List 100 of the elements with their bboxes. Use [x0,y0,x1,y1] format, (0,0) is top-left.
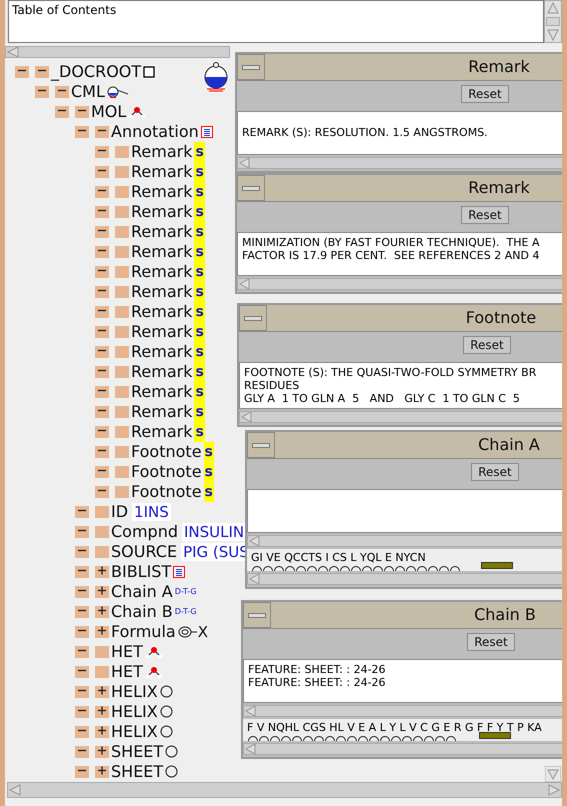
scrollbar[interactable] [5,46,230,58]
minimize-button[interactable] [247,432,275,458]
handle-icon[interactable] [75,126,89,138]
expand-icon[interactable] [95,586,109,598]
node-label[interactable]: Remark [131,142,192,162]
text-area[interactable]: FOOTNOTE (S): THE QUASI-TWO-FOLD SYMMETRY BR RESIDUES GLY A 1 TO GLN A 5 AND GLY C 1 TO GLN C 5 [239,362,562,409]
handle-icon[interactable] [75,666,89,678]
handle-icon[interactable] [95,206,109,218]
node-label[interactable]: HELIX [111,702,158,722]
scrollbar[interactable] [544,0,562,43]
collapse-icon[interactable] [35,66,49,78]
minimize-button[interactable] [237,54,265,80]
node-label[interactable]: HET [111,662,143,682]
node-label[interactable]: ID [111,502,128,522]
node-label[interactable]: CML [71,82,105,102]
expand-icon[interactable] [95,606,109,618]
node-label[interactable]: HET [111,642,143,662]
handle-icon[interactable] [75,546,89,558]
minimize-button[interactable] [237,175,265,201]
scroll-thumb[interactable] [546,17,560,26]
node-label[interactable]: Remark [131,362,192,382]
node-label[interactable]: Footnote [131,482,202,502]
expand-icon[interactable] [95,686,109,698]
node-label[interactable]: Remark [131,222,192,242]
node-label[interactable]: Chain B [111,602,173,622]
collapse-icon[interactable] [55,86,69,98]
node-label[interactable]: SHEET [111,742,164,762]
handle-icon[interactable] [75,626,89,638]
handle-icon[interactable] [75,766,89,778]
handle-icon[interactable] [75,686,89,698]
node-label[interactable]: HELIX [111,722,158,742]
handle-icon[interactable] [95,146,109,158]
minimize-button[interactable] [243,602,271,628]
node-label[interactable]: Remark [131,302,192,322]
node-label[interactable]: Annotation [111,122,199,142]
node-label[interactable]: Remark [131,202,192,222]
handle-icon[interactable] [75,586,89,598]
node-label[interactable]: Compnd [111,522,178,542]
reset-button[interactable]: Reset [463,336,511,354]
reset-button[interactable]: Reset [461,85,509,103]
handle-icon[interactable] [75,726,89,738]
reset-button[interactable]: Reset [461,206,509,224]
node-label[interactable]: MOL [91,102,126,122]
handle-icon[interactable] [75,506,89,518]
node-label[interactable]: SHEET [111,762,164,782]
text-area[interactable]: MINIMIZATION (BY FAST FOURIER TECHNIQUE). THE A FACTOR IS 17.9 PER CENT. SEE REFERENCES 2 AND 4 [237,232,562,276]
node-label[interactable]: Remark [131,242,192,262]
collapse-icon[interactable] [95,126,109,138]
handle-icon[interactable] [75,646,89,658]
text-area[interactable]: REMARK (S): RESOLUTION. 1.5 ANGSTROMS. [237,111,562,155]
node-label[interactable]: Remark [131,342,192,362]
node-label[interactable]: Chain A [111,582,173,602]
handle-icon[interactable] [95,326,109,338]
handle-icon[interactable] [95,166,109,178]
node-label[interactable]: Remark [131,322,192,342]
handle-icon[interactable] [75,606,89,618]
handle-icon[interactable] [75,526,89,538]
handle-icon[interactable] [95,186,109,198]
node-label[interactable]: Remark [131,282,192,302]
handle-icon[interactable] [95,386,109,398]
reset-button[interactable]: Reset [471,463,519,481]
minimize-button[interactable] [239,305,267,331]
handle-icon[interactable] [95,406,109,418]
node-label[interactable]: Remark [131,262,192,282]
node-label[interactable]: Footnote [131,442,202,462]
node-label[interactable]: Remark [131,422,192,442]
handle-icon[interactable] [55,106,69,118]
handle-icon[interactable] [95,246,109,258]
handle-icon[interactable] [95,346,109,358]
expand-icon[interactable] [95,746,109,758]
node-label[interactable]: HELIX [111,682,158,702]
handle-icon[interactable] [75,746,89,758]
node-label[interactable]: Footnote [131,462,202,482]
handle-icon[interactable] [35,86,49,98]
node-label[interactable]: Remark [131,162,192,182]
expand-icon[interactable] [95,566,109,578]
handle-icon[interactable] [95,226,109,238]
handle-icon[interactable] [95,426,109,438]
handle-icon[interactable] [95,266,109,278]
reset-button[interactable]: Reset [467,633,515,651]
handle-icon[interactable] [95,366,109,378]
text-area[interactable]: FEATURE: SHEET: : 24-26 FEATURE: SHEET: : 24-26 [243,659,562,703]
node-label[interactable]: BIBLIST [111,562,172,582]
expand-icon[interactable] [95,706,109,718]
expand-icon[interactable] [95,626,109,638]
collapse-icon[interactable] [75,106,89,118]
handle-icon[interactable] [75,566,89,578]
node-label[interactable]: _DOCROOT [51,62,142,82]
handle-icon[interactable] [95,446,109,458]
handle-icon[interactable] [95,306,109,318]
expand-icon[interactable] [95,766,109,778]
node-label[interactable]: Remark [131,382,192,402]
node-label[interactable]: Formula [111,622,176,642]
handle-icon[interactable] [95,286,109,298]
handle-icon[interactable] [95,486,109,498]
handle-icon[interactable] [75,706,89,718]
node-label[interactable]: SOURCE [111,542,178,562]
handle-icon[interactable] [95,466,109,478]
expand-icon[interactable] [95,726,109,738]
toc-text-area[interactable]: Table of Contents [8,0,544,43]
